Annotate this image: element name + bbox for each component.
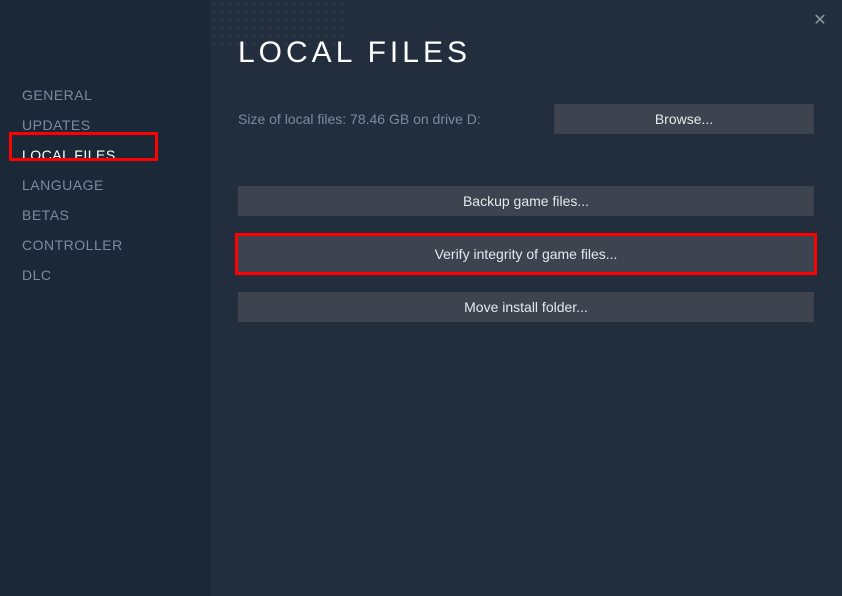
backup-game-files-button[interactable]: Backup game files... [238,186,814,216]
page-title: LOCAL FILES [238,36,814,70]
sidebar-item-local-files[interactable]: LOCAL FILES [0,140,210,170]
sidebar-item-betas[interactable]: BETAS [0,200,210,230]
local-files-size-text: Size of local files: 78.46 GB on drive D… [238,111,481,127]
browse-button[interactable]: Browse... [554,104,814,134]
size-row: Size of local files: 78.46 GB on drive D… [238,104,814,134]
sidebar-item-general[interactable]: GENERAL [0,80,210,110]
sidebar-item-language[interactable]: LANGUAGE [0,170,210,200]
close-icon[interactable]: ✕ [810,10,830,30]
sidebar-item-controller[interactable]: CONTROLLER [0,230,210,260]
verify-integrity-button[interactable]: Verify integrity of game files... [238,236,814,272]
verify-button-wrap: Verify integrity of game files... [238,236,814,272]
move-install-folder-button[interactable]: Move install folder... [238,292,814,322]
settings-sidebar: GENERAL UPDATES LOCAL FILES LANGUAGE BET… [0,0,210,596]
sidebar-item-updates[interactable]: UPDATES [0,110,210,140]
content-panel: ✕ LOCAL FILES Size of local files: 78.46… [210,0,842,596]
sidebar-item-dlc[interactable]: DLC [0,260,210,290]
